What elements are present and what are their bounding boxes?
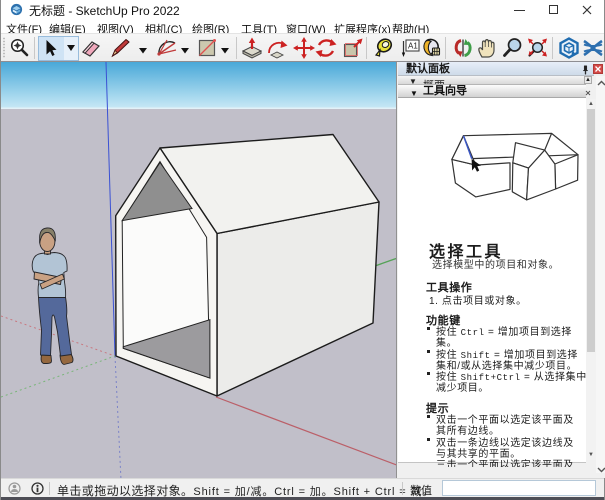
svg-text:A1: A1: [408, 42, 418, 51]
